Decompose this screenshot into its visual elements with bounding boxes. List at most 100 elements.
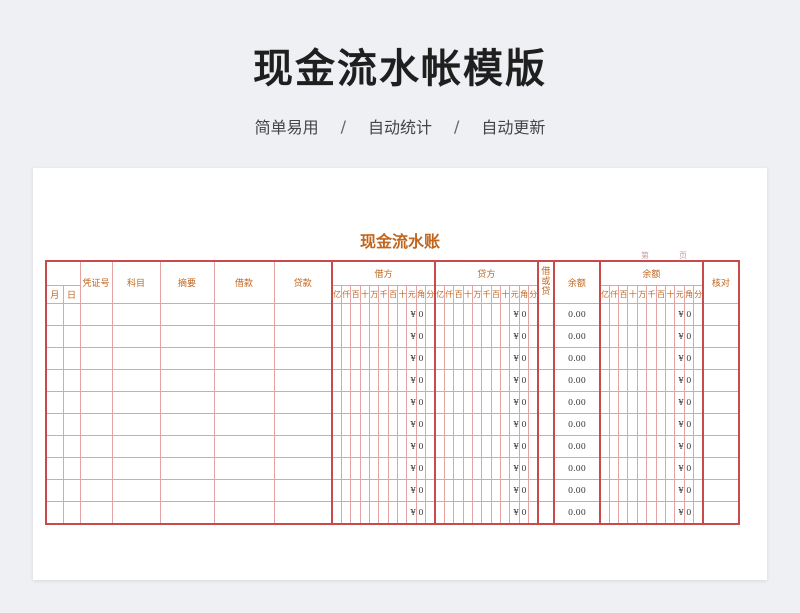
credit-col-cell[interactable] xyxy=(273,324,333,348)
credit-digit-cell[interactable] xyxy=(453,456,464,480)
balance-digit-cell[interactable]: ¥ xyxy=(674,434,685,458)
debit-col-cell[interactable] xyxy=(213,346,275,370)
debit-digit-cell[interactable] xyxy=(396,346,408,370)
subject-cell[interactable] xyxy=(111,412,161,436)
credit-digit-cell[interactable]: ¥ xyxy=(509,500,520,524)
credit-digit-cell[interactable]: ¥ xyxy=(509,302,520,326)
debit-digit-cell[interactable]: 0 xyxy=(415,412,427,436)
balance-digit-cell[interactable] xyxy=(618,412,629,436)
credit-col-cell[interactable] xyxy=(273,390,333,414)
debit-digit-cell[interactable]: 0 xyxy=(415,302,427,326)
balance-digit-cell[interactable] xyxy=(598,324,610,348)
debit-col-cell[interactable] xyxy=(213,434,275,458)
credit-digit-cell[interactable] xyxy=(462,478,473,502)
debit-digit-cell[interactable] xyxy=(330,302,342,326)
credit-digit-cell[interactable] xyxy=(471,478,483,502)
credit-digit-cell[interactable]: 0 xyxy=(518,324,530,348)
balance-digit-cell[interactable] xyxy=(664,456,676,480)
check-cell[interactable] xyxy=(701,324,740,348)
credit-digit-cell[interactable]: ¥ xyxy=(509,390,520,414)
credit-digit-cell[interactable]: 0 xyxy=(518,346,530,370)
balance-cell[interactable]: 0.00 xyxy=(552,456,601,480)
summary-cell[interactable] xyxy=(159,500,215,524)
day-cell[interactable] xyxy=(62,324,81,348)
check-cell[interactable] xyxy=(701,302,740,326)
credit-digit-cell[interactable] xyxy=(443,412,455,436)
credit-digit-cell[interactable] xyxy=(490,456,501,480)
debit-digit-cell[interactable]: ¥ xyxy=(406,478,417,502)
debit-digit-cell[interactable] xyxy=(340,302,352,326)
debit-digit-cell[interactable] xyxy=(387,302,399,326)
debit-digit-cell[interactable] xyxy=(387,346,399,370)
credit-digit-cell[interactable] xyxy=(499,302,511,326)
month-cell[interactable] xyxy=(45,324,64,348)
debit-digit-cell[interactable] xyxy=(396,456,408,480)
check-cell[interactable] xyxy=(701,456,740,480)
debit-digit-cell[interactable] xyxy=(425,346,436,370)
balance-digit-cell[interactable] xyxy=(646,434,657,458)
debit-digit-cell[interactable] xyxy=(378,500,389,524)
debit-digit-cell[interactable] xyxy=(330,412,342,436)
debit-digit-cell[interactable] xyxy=(359,412,370,436)
summary-cell[interactable] xyxy=(159,346,215,370)
credit-digit-cell[interactable] xyxy=(433,412,445,436)
day-cell[interactable] xyxy=(62,456,81,480)
credit-digit-cell[interactable] xyxy=(490,500,501,524)
balance-digit-cell[interactable]: ¥ xyxy=(674,302,685,326)
balance-digit-cell[interactable] xyxy=(598,346,610,370)
debit-digit-cell[interactable] xyxy=(378,390,389,414)
balance-digit-cell[interactable] xyxy=(664,302,676,326)
debit-digit-cell[interactable] xyxy=(350,434,361,458)
debit-digit-cell[interactable]: 0 xyxy=(415,478,427,502)
balance-digit-cell[interactable] xyxy=(646,302,657,326)
debit-digit-cell[interactable] xyxy=(359,390,370,414)
debit-digit-cell[interactable] xyxy=(340,456,352,480)
credit-digit-cell[interactable] xyxy=(471,346,483,370)
debit-digit-cell[interactable] xyxy=(378,302,389,326)
balance-digit-cell[interactable] xyxy=(608,324,620,348)
debit-digit-cell[interactable] xyxy=(396,434,408,458)
subject-cell[interactable] xyxy=(111,500,161,524)
balance-digit-cell[interactable] xyxy=(646,324,657,348)
debit-digit-cell[interactable] xyxy=(350,412,361,436)
credit-digit-cell[interactable] xyxy=(462,324,473,348)
debit-digit-cell[interactable] xyxy=(340,500,352,524)
credit-digit-cell[interactable] xyxy=(453,390,464,414)
debit-digit-cell[interactable] xyxy=(396,302,408,326)
balance-digit-cell[interactable] xyxy=(618,500,629,524)
credit-digit-cell[interactable]: ¥ xyxy=(509,324,520,348)
debit-digit-cell[interactable]: 0 xyxy=(415,368,427,392)
debit-digit-cell[interactable] xyxy=(330,368,342,392)
balance-digit-cell[interactable] xyxy=(655,500,666,524)
voucher-cell[interactable] xyxy=(79,478,113,502)
credit-digit-cell[interactable] xyxy=(462,500,473,524)
debit-digit-cell[interactable] xyxy=(378,434,389,458)
balance-cell[interactable]: 0.00 xyxy=(552,412,601,436)
subject-cell[interactable] xyxy=(111,456,161,480)
debit-digit-cell[interactable] xyxy=(350,324,361,348)
credit-digit-cell[interactable] xyxy=(453,478,464,502)
balance-digit-cell[interactable] xyxy=(655,478,666,502)
debit-digit-cell[interactable] xyxy=(340,368,352,392)
balance-digit-cell[interactable] xyxy=(608,412,620,436)
credit-digit-cell[interactable]: 0 xyxy=(518,412,530,436)
debit-digit-cell[interactable] xyxy=(359,368,370,392)
balance-digit-cell[interactable] xyxy=(608,456,620,480)
balance-digit-cell[interactable] xyxy=(664,500,676,524)
month-cell[interactable] xyxy=(45,434,64,458)
debit-digit-cell[interactable] xyxy=(330,478,342,502)
credit-digit-cell[interactable] xyxy=(433,500,445,524)
credit-col-cell[interactable] xyxy=(273,368,333,392)
balance-digit-cell[interactable] xyxy=(636,456,648,480)
balance-digit-cell[interactable] xyxy=(664,412,676,436)
balance-digit-cell[interactable] xyxy=(608,302,620,326)
credit-digit-cell[interactable]: 0 xyxy=(518,368,530,392)
credit-digit-cell[interactable] xyxy=(443,368,455,392)
debit-digit-cell[interactable] xyxy=(340,346,352,370)
debit-digit-cell[interactable] xyxy=(368,368,380,392)
credit-digit-cell[interactable] xyxy=(453,324,464,348)
balance-digit-cell[interactable] xyxy=(608,434,620,458)
debit-digit-cell[interactable]: ¥ xyxy=(406,324,417,348)
debit-digit-cell[interactable] xyxy=(378,324,389,348)
debit-digit-cell[interactable] xyxy=(396,324,408,348)
